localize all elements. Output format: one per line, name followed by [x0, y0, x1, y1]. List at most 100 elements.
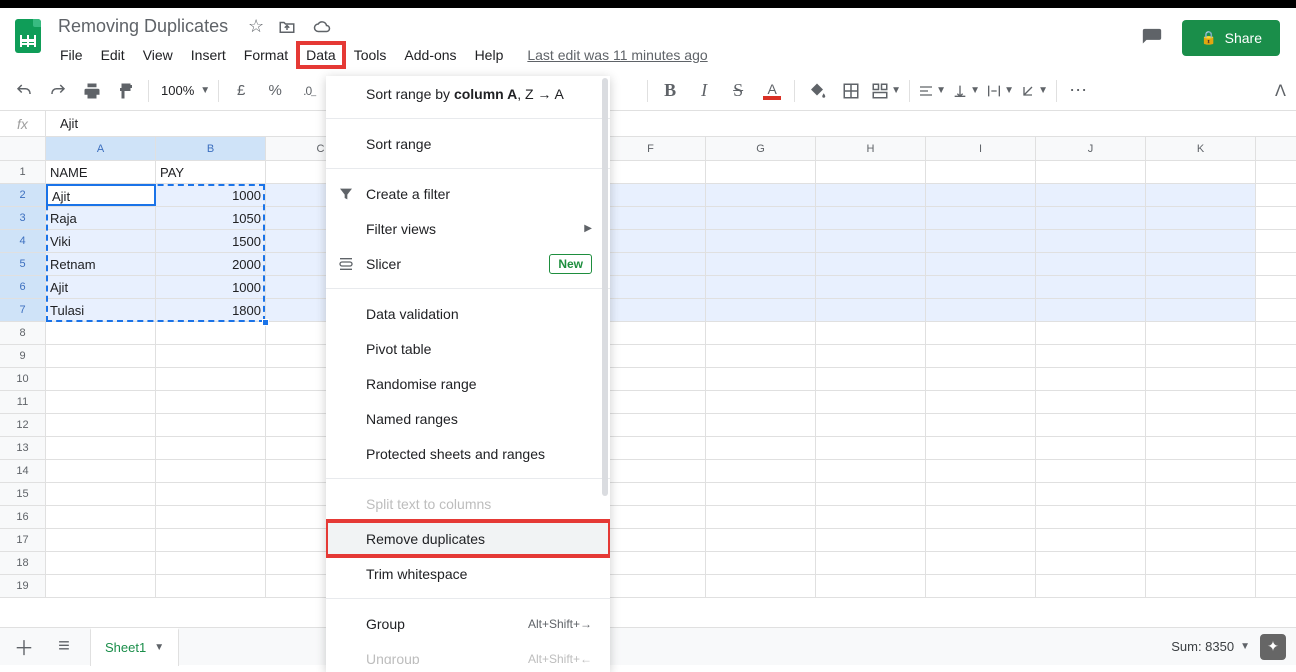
cell[interactable]: PAY	[156, 161, 266, 183]
cell[interactable]	[706, 276, 816, 298]
cell[interactable]	[1146, 437, 1256, 459]
cell[interactable]	[596, 437, 706, 459]
cell[interactable]	[706, 184, 816, 206]
menu-trim-whitespace[interactable]: Trim whitespace	[326, 556, 610, 591]
row-header[interactable]: 14	[0, 460, 46, 482]
cell[interactable]	[706, 529, 816, 551]
cell[interactable]: 1050	[156, 207, 266, 229]
cell[interactable]	[1036, 253, 1146, 275]
move-icon[interactable]	[278, 18, 302, 36]
select-all-corner[interactable]	[0, 137, 46, 160]
cell[interactable]: Tulasi	[46, 299, 156, 321]
col-header[interactable]: I	[926, 137, 1036, 160]
print-icon[interactable]	[78, 77, 106, 105]
row-header[interactable]: 12	[0, 414, 46, 436]
col-header[interactable]: J	[1036, 137, 1146, 160]
cell[interactable]	[926, 161, 1036, 183]
menu-pivot-table[interactable]: Pivot table	[326, 331, 610, 366]
row-header[interactable]: 16	[0, 506, 46, 528]
cell[interactable]	[1036, 322, 1146, 344]
cell[interactable]	[816, 322, 926, 344]
cell[interactable]	[46, 483, 156, 505]
cell[interactable]	[596, 345, 706, 367]
cell[interactable]	[706, 368, 816, 390]
cloud-saved-icon[interactable]	[312, 18, 336, 36]
cell[interactable]	[816, 529, 926, 551]
row-header[interactable]: 1	[0, 161, 46, 183]
cell[interactable]	[1036, 391, 1146, 413]
cell[interactable]	[46, 345, 156, 367]
cell[interactable]	[1146, 552, 1256, 574]
redo-icon[interactable]	[44, 77, 72, 105]
col-header[interactable]: F	[596, 137, 706, 160]
cell[interactable]	[596, 184, 706, 206]
menu-edit[interactable]: Edit	[93, 43, 133, 67]
col-header[interactable]: G	[706, 137, 816, 160]
cell[interactable]	[926, 460, 1036, 482]
cell[interactable]	[926, 276, 1036, 298]
cell[interactable]	[1036, 345, 1146, 367]
dropdown-scrollbar[interactable]	[602, 78, 608, 496]
currency-icon[interactable]: £	[227, 77, 255, 105]
cell[interactable]	[706, 345, 816, 367]
cell[interactable]	[156, 460, 266, 482]
cell[interactable]	[46, 460, 156, 482]
menu-named-ranges[interactable]: Named ranges	[326, 401, 610, 436]
menu-slicer[interactable]: Slicer New	[326, 246, 610, 281]
cell[interactable]	[1146, 299, 1256, 321]
cell[interactable]	[816, 460, 926, 482]
row-header[interactable]: 19	[0, 575, 46, 597]
cell[interactable]	[156, 345, 266, 367]
cell[interactable]	[706, 437, 816, 459]
menu-add-ons[interactable]: Add-ons	[396, 43, 464, 67]
menu-tools[interactable]: Tools	[346, 43, 395, 67]
cell[interactable]	[706, 391, 816, 413]
cell[interactable]	[706, 460, 816, 482]
fill-color-icon[interactable]	[803, 77, 831, 105]
cell[interactable]	[1146, 230, 1256, 252]
cell[interactable]	[706, 506, 816, 528]
cell[interactable]	[816, 437, 926, 459]
collapse-toolbar-icon[interactable]: ᐱ	[1275, 81, 1286, 101]
cell[interactable]	[706, 483, 816, 505]
row-header[interactable]: 9	[0, 345, 46, 367]
cell[interactable]	[1036, 299, 1146, 321]
strikethrough-icon[interactable]: S	[724, 77, 752, 105]
cell[interactable]: Retnam	[46, 253, 156, 275]
cell[interactable]	[596, 230, 706, 252]
menu-randomise-range[interactable]: Randomise range	[326, 366, 610, 401]
cell[interactable]	[816, 299, 926, 321]
sheets-logo[interactable]	[8, 16, 48, 56]
cell[interactable]	[926, 575, 1036, 597]
cell[interactable]	[816, 575, 926, 597]
cell[interactable]: 1800	[156, 299, 266, 321]
cell[interactable]	[1146, 506, 1256, 528]
italic-icon[interactable]: I	[690, 77, 718, 105]
selection-handle[interactable]	[262, 319, 269, 326]
cell[interactable]	[46, 322, 156, 344]
row-header[interactable]: 10	[0, 368, 46, 390]
cell[interactable]: 1000	[156, 184, 266, 206]
cell[interactable]	[706, 161, 816, 183]
col-header[interactable]: B	[156, 137, 266, 160]
cell[interactable]	[816, 230, 926, 252]
cell[interactable]	[596, 460, 706, 482]
cell[interactable]	[156, 368, 266, 390]
cell[interactable]	[1036, 161, 1146, 183]
last-edit-link[interactable]: Last edit was 11 minutes ago	[527, 47, 707, 63]
cell[interactable]	[926, 437, 1036, 459]
zoom-select[interactable]: 100%▼	[157, 77, 210, 105]
row-header[interactable]: 7	[0, 299, 46, 321]
cell[interactable]: 1500	[156, 230, 266, 252]
merge-cells-icon[interactable]: ▼	[871, 77, 901, 105]
text-wrap-icon[interactable]: ▼	[986, 77, 1014, 105]
cell[interactable]	[816, 552, 926, 574]
cell[interactable]	[926, 368, 1036, 390]
cell[interactable]	[926, 253, 1036, 275]
cell[interactable]	[596, 253, 706, 275]
cell[interactable]	[46, 368, 156, 390]
cell[interactable]	[46, 506, 156, 528]
menu-data-validation[interactable]: Data validation	[326, 296, 610, 331]
cell[interactable]	[1146, 483, 1256, 505]
cell[interactable]	[596, 575, 706, 597]
